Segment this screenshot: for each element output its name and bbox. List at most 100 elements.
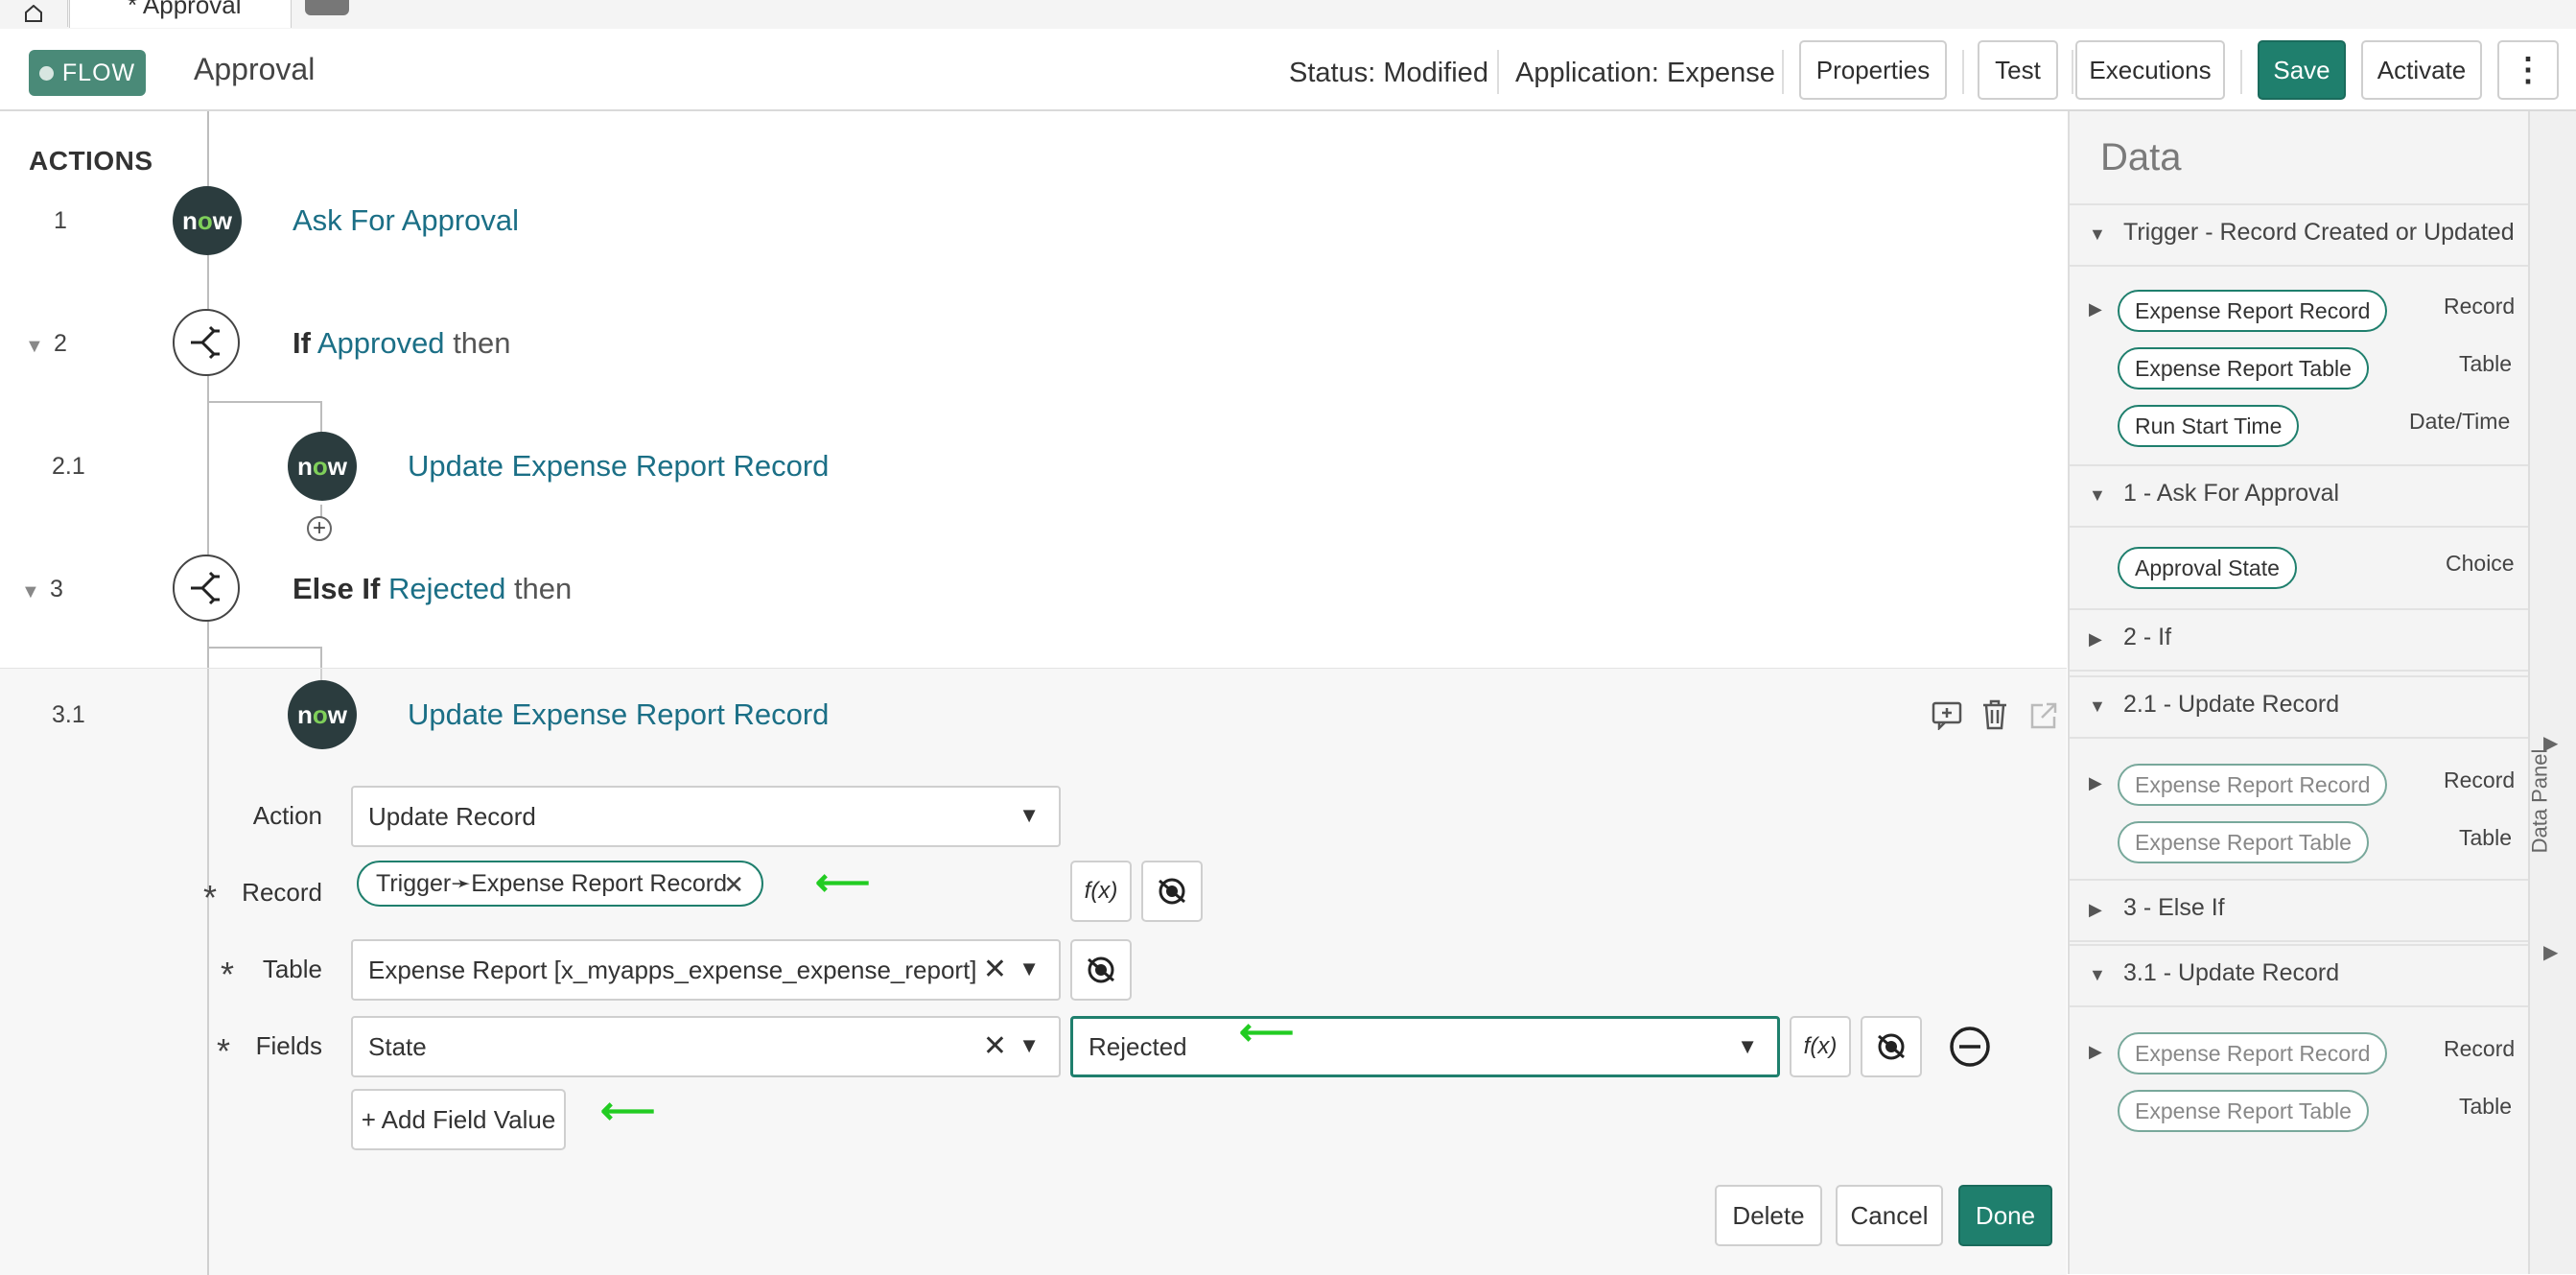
step-title-update-expense-report-record[interactable]: Update Expense Report Record <box>408 449 829 484</box>
expand-caret-icon[interactable]: ▶ <box>2089 1042 2102 1062</box>
fx-button[interactable]: f(x) <box>1790 1016 1851 1077</box>
data-section-title: 3 - Else If <box>2123 894 2225 921</box>
data-pill-expense-report-table[interactable]: Expense Report Table <box>2118 1090 2369 1132</box>
data-panel-rail[interactable]: ▶ Data Panel ▶ <box>2527 111 2576 1274</box>
action-label: Action <box>252 801 322 830</box>
home-tab[interactable] <box>0 0 68 27</box>
data-section-title: 2.1 - Update Record <box>2123 691 2340 718</box>
divider <box>2240 50 2242 94</box>
data-section-ask-for-approval[interactable]: ▼ 1 - Ask For Approval <box>2070 464 2530 528</box>
step-title-update-expense-report-record[interactable]: Update Expense Report Record <box>408 697 829 732</box>
action-select[interactable]: Update Record ▼ <box>351 786 1061 847</box>
add-field-value-button[interactable]: + Add Field Value <box>351 1089 566 1150</box>
flow-badge: FLOW <box>29 50 146 96</box>
flow-name: Approval <box>194 52 316 86</box>
data-section-update-record-2-1[interactable]: ▼ 2.1 - Update Record <box>2070 675 2530 739</box>
flow-application: Application: Expense <box>1515 58 1775 88</box>
data-picker-button[interactable] <box>1861 1016 1922 1077</box>
save-button[interactable]: Save <box>2258 40 2346 100</box>
record-pill-text: Trigger➛Expense Report Record <box>376 870 728 897</box>
annotation-arrow-icon: ⟵ <box>600 1090 656 1132</box>
executions-button[interactable]: Executions <box>2075 40 2225 100</box>
data-type-label: Table <box>2459 825 2512 850</box>
divider <box>2072 50 2073 94</box>
field-name-select[interactable]: State ✕ ▼ <box>351 1016 1061 1077</box>
step-title-ask-for-approval[interactable]: Ask For Approval <box>293 203 519 238</box>
collapse-caret-icon[interactable]: ▼ <box>25 336 44 358</box>
data-section-title: 1 - Ask For Approval <box>2123 480 2340 507</box>
flow-status: Status: Modified <box>1289 58 1488 88</box>
data-picker-button[interactable] <box>1070 939 1132 1001</box>
data-pill-expense-report-record[interactable]: Expense Report Record <box>2118 1032 2388 1074</box>
field-value-select[interactable]: Rejected ▼ <box>1070 1016 1780 1077</box>
clear-icon[interactable]: ✕ <box>983 953 1007 986</box>
divider <box>1497 50 1499 94</box>
table-select-value: Expense Report [x_myapps_expense_expense… <box>368 955 977 984</box>
expand-caret-icon[interactable]: ▶ <box>2089 773 2102 793</box>
data-pill-run-start-time[interactable]: Run Start Time <box>2118 405 2300 447</box>
table-select[interactable]: Expense Report [x_myapps_expense_expense… <box>351 939 1061 1001</box>
table-label: Table <box>262 955 322 983</box>
step-number: 2 <box>54 330 67 357</box>
data-picker-icon <box>1159 878 1185 905</box>
expand-panel-icon[interactable]: ▶ <box>2543 940 2558 964</box>
record-data-pill[interactable]: Trigger➛Expense Report Record ✕ <box>357 861 763 907</box>
add-step-icon[interactable]: + <box>307 516 332 541</box>
data-section-if[interactable]: ▶ 2 - If <box>2070 608 2530 672</box>
data-section-update-record-3-1[interactable]: ▼ 3.1 - Update Record <box>2070 944 2530 1007</box>
more-menu-button[interactable]: ⋮ <box>2497 40 2559 100</box>
cancel-button[interactable]: Cancel <box>1836 1185 1943 1246</box>
actions-title: ACTIONS <box>29 146 153 176</box>
data-panel-title: Data <box>2100 136 2182 178</box>
delete-button[interactable]: Delete <box>1715 1185 1822 1246</box>
fx-button[interactable]: f(x) <box>1070 861 1132 922</box>
collapse-caret-icon: ▼ <box>2089 965 2106 984</box>
condition-rejected[interactable]: Rejected <box>388 572 505 605</box>
expand-caret-icon[interactable]: ▶ <box>2089 299 2102 319</box>
step-number: 2.1 <box>52 453 85 480</box>
data-pill-expense-report-table[interactable]: Expense Report Table <box>2118 347 2369 390</box>
fields-label: Fields <box>255 1031 322 1060</box>
flow-badge-label: FLOW <box>61 59 136 86</box>
clear-icon[interactable]: ✕ <box>983 1029 1007 1063</box>
step-number: 3.1 <box>52 701 85 728</box>
remove-field-icon[interactable] <box>1949 1026 1991 1073</box>
condition-approved[interactable]: Approved <box>317 326 445 360</box>
data-section-else-if[interactable]: ▶ 3 - Else If <box>2070 879 2530 942</box>
properties-button[interactable]: Properties <box>1799 40 1947 100</box>
collapse-caret-icon[interactable]: ▼ <box>21 581 40 603</box>
data-pill-expense-report-table[interactable]: Expense Report Table <box>2118 821 2369 863</box>
remove-pill-icon[interactable]: ✕ <box>723 870 744 900</box>
data-pill-approval-state[interactable]: Approval State <box>2118 547 2297 589</box>
data-type-label: Record <box>2444 294 2516 319</box>
data-section-trigger[interactable]: ▼ Trigger - Record Created or Updated <box>2070 203 2530 267</box>
step-title-else-if-rejected[interactable]: Else If Rejected then <box>293 572 572 606</box>
data-section-title: 2 - If <box>2123 624 2172 650</box>
now-logo-icon: now <box>288 432 357 501</box>
delete-icon[interactable] <box>1981 699 2008 735</box>
flow-connector <box>207 401 320 403</box>
step-title-if-approved[interactable]: If Approved then <box>293 326 511 361</box>
data-type-label: Record <box>2444 767 2516 792</box>
divider <box>1962 50 1964 94</box>
collapse-caret-icon: ▼ <box>2089 697 2106 716</box>
add-comment-icon[interactable] <box>1932 701 1962 735</box>
annotation-arrow-icon: ⟵ <box>1239 1011 1295 1053</box>
flow-header: FLOW Approval Status: Modified Applicati… <box>0 29 2576 111</box>
add-tab-button[interactable] <box>305 0 349 15</box>
activate-button[interactable]: Activate <box>2361 40 2482 100</box>
now-logo-icon: now <box>288 680 357 749</box>
data-pill-expense-report-record[interactable]: Expense Report Record <box>2118 764 2388 806</box>
branch-icon <box>173 309 240 376</box>
open-external-icon[interactable] <box>2029 701 2058 735</box>
data-pill-expense-report-record[interactable]: Expense Report Record <box>2118 290 2388 332</box>
branch-icon <box>173 555 240 622</box>
data-picker-button[interactable] <box>1141 861 1203 922</box>
test-button[interactable]: Test <box>1978 40 2058 100</box>
tab-approval[interactable]: * Approval <box>69 0 292 28</box>
required-asterisk-icon: * <box>217 1031 231 1071</box>
done-button[interactable]: Done <box>1958 1185 2052 1246</box>
expand-caret-icon: ▶ <box>2089 900 2102 919</box>
collapse-caret-icon: ▼ <box>2089 224 2106 244</box>
data-type-label: Record <box>2444 1036 2516 1061</box>
